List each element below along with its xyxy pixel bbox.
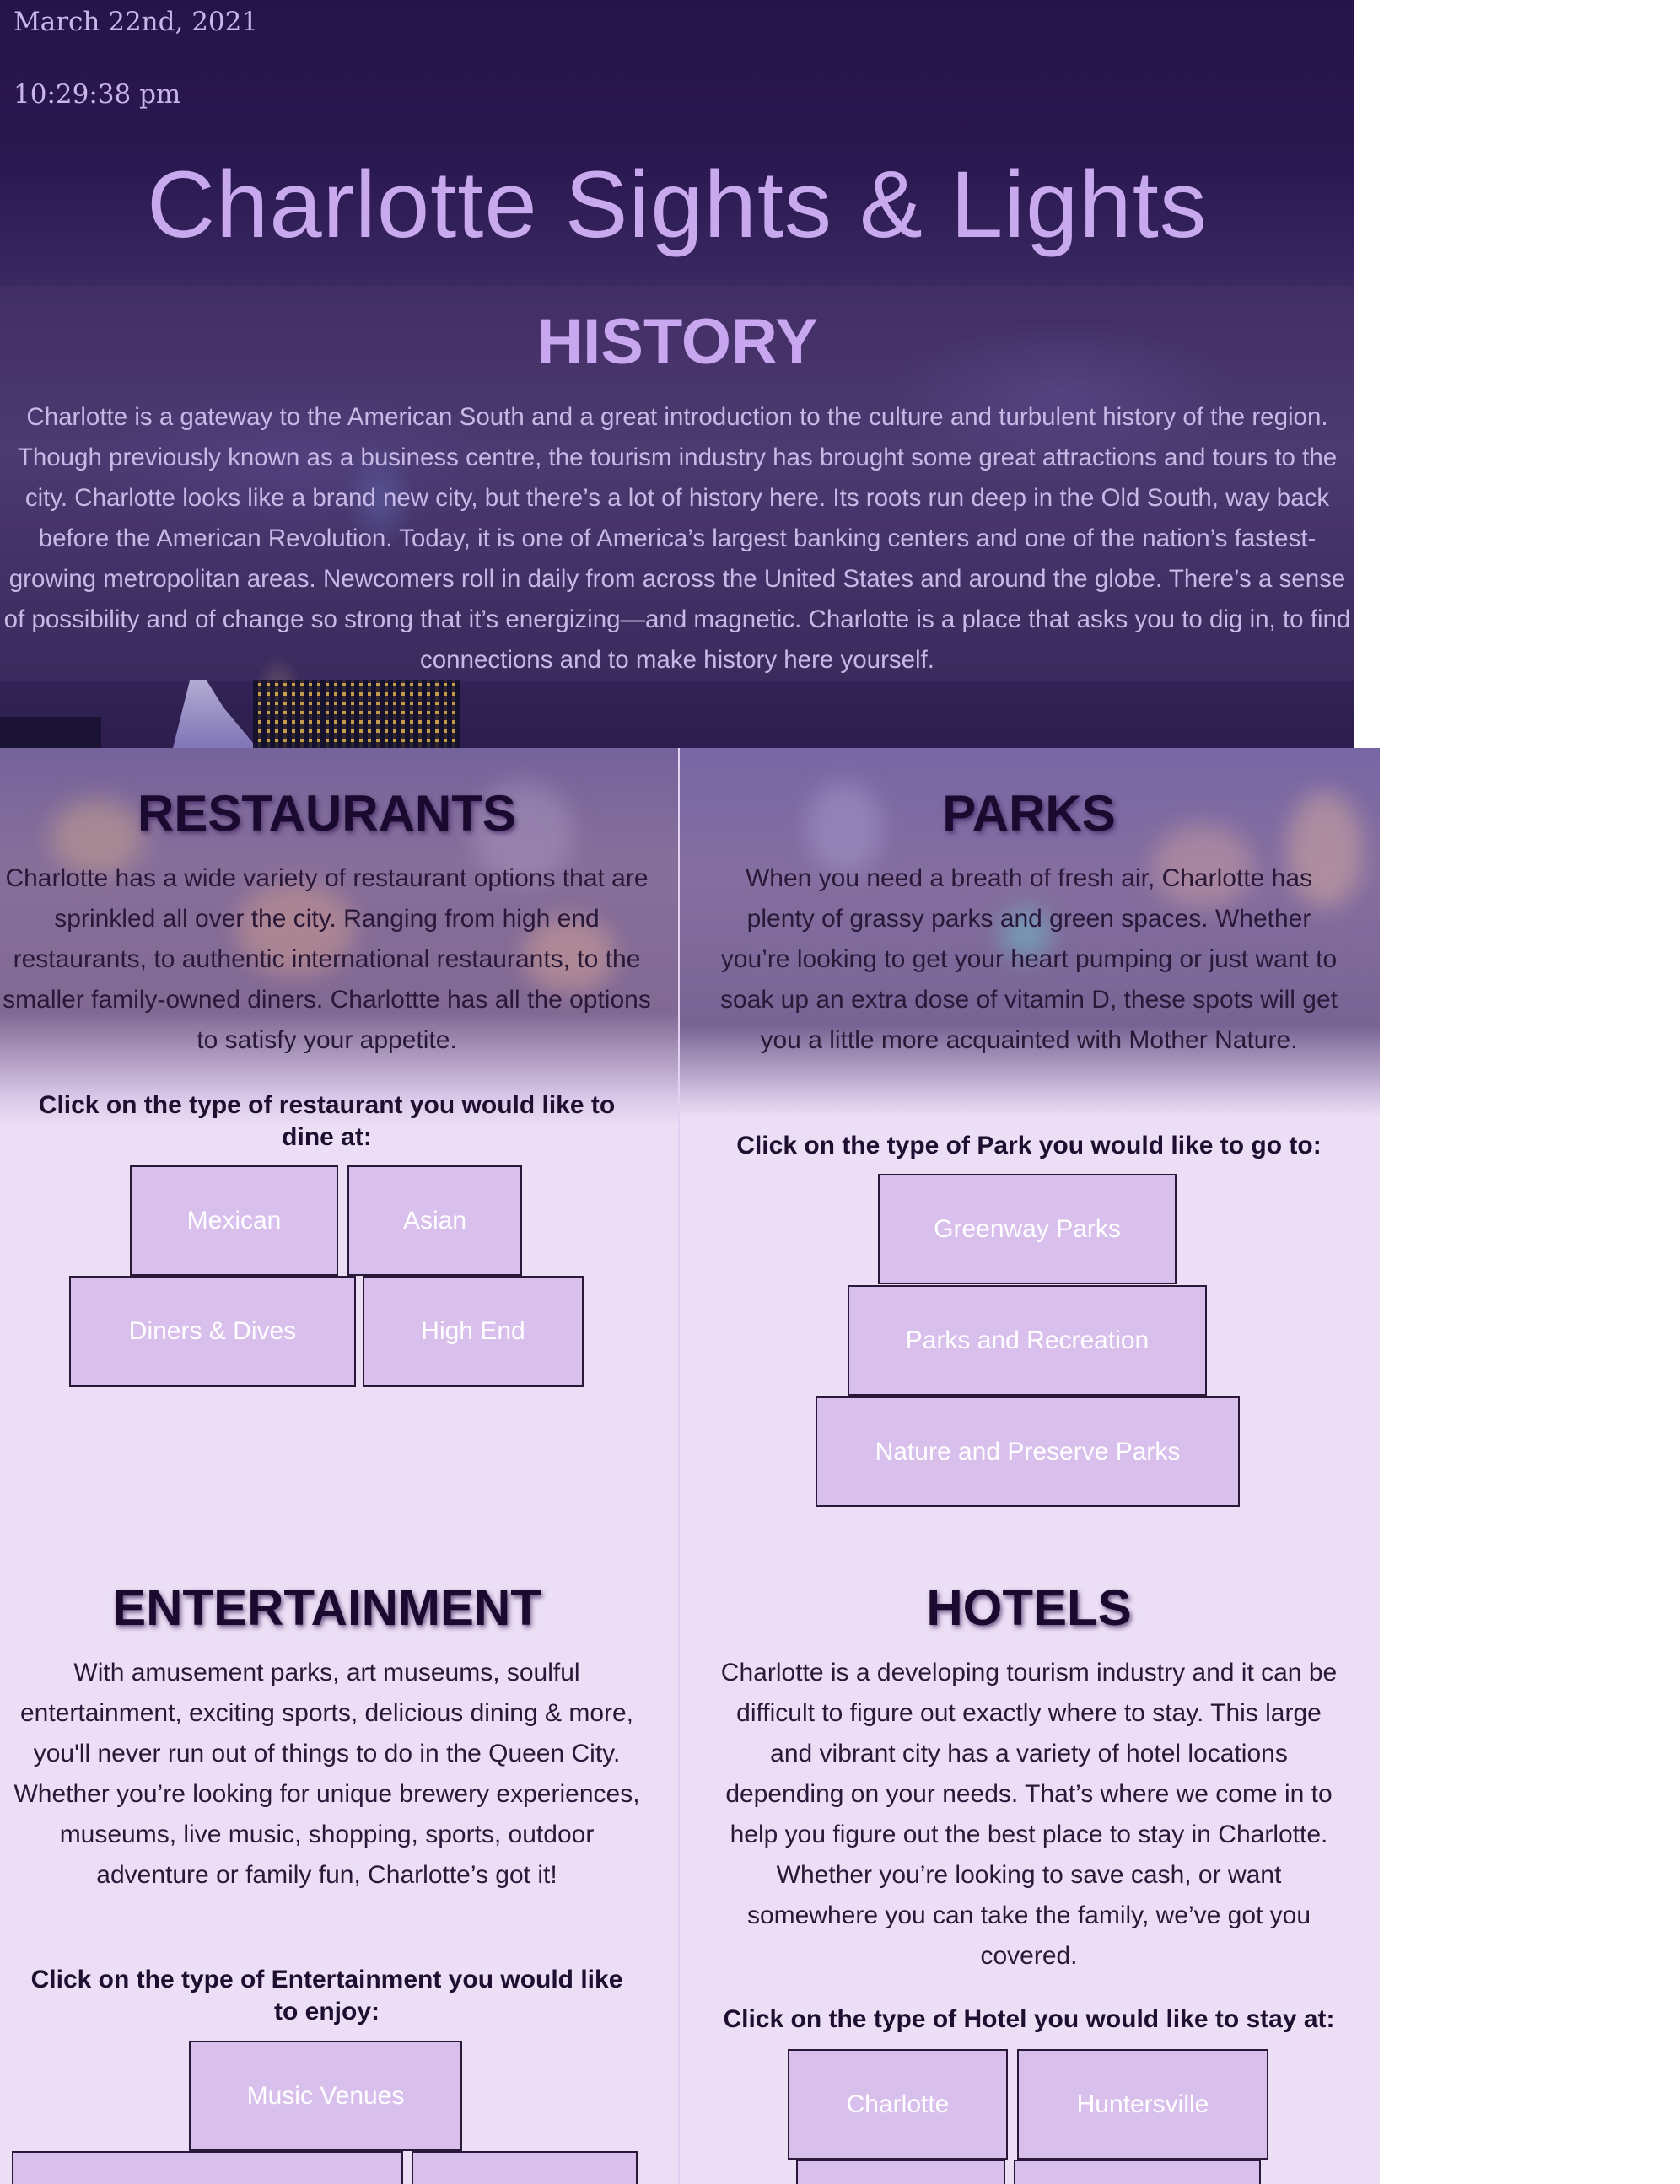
history-heading: HISTORY [536, 306, 818, 378]
huntersville-hotel-button[interactable]: Huntersville [1017, 2049, 1268, 2160]
asian-button[interactable]: Asian [347, 1165, 522, 1276]
entertainment-heading: ENTERTAINMENT [112, 1579, 541, 1636]
music-venues-button[interactable]: Music Venues [189, 2041, 462, 2151]
hotel-option-button[interactable] [1014, 2160, 1261, 2184]
parks-prompt: Click on the type of Park you would like… [736, 1132, 1322, 1159]
date-display: March 22nd, 2021 [13, 7, 259, 37]
hotels-heading: HOTELS [926, 1579, 1132, 1636]
parks-text: When you need a breath of fresh air, Cha… [719, 864, 1338, 1054]
skyline-building-lit [253, 680, 460, 748]
entertainment-option-button[interactable] [12, 2151, 403, 2184]
skyline-building [0, 717, 101, 748]
restaurants-prompt: Click on the type of restaurant you woul… [38, 1091, 616, 1151]
high-end-button[interactable]: High End [363, 1276, 584, 1387]
parks-recreation-button[interactable]: Parks and Recreation [848, 1285, 1207, 1396]
parks-heading: PARKS [942, 785, 1116, 842]
hotels-prompt: Click on the type of Hotel you would lik… [723, 2005, 1335, 2033]
hotels-text: Charlotte is a developing tourism indust… [720, 1659, 1338, 1970]
entertainment-prompt: Click on the type of Entertainment you w… [30, 1966, 623, 2025]
column-divider [678, 748, 680, 2184]
entertainment-text: With amusement parks, art museums, soulf… [13, 1659, 640, 1889]
time-display: 10:29:38 pm [13, 79, 181, 110]
greenway-parks-button[interactable]: Greenway Parks [878, 1174, 1177, 1284]
charlotte-hotel-button[interactable]: Charlotte [788, 2049, 1008, 2160]
site-title: Charlotte Sights & Lights [147, 152, 1208, 257]
restaurants-heading: RESTAURANTS [137, 785, 516, 842]
mexican-button[interactable]: Mexican [130, 1165, 338, 1276]
entertainment-option-button[interactable] [412, 2151, 638, 2184]
hotel-option-button[interactable] [796, 2160, 1005, 2184]
restaurants-text: Charlotte has a wide variety of restaura… [3, 864, 651, 1054]
history-text: Charlotte is a gateway to the American S… [3, 403, 1351, 674]
nature-preserve-parks-button[interactable]: Nature and Preserve Parks [816, 1396, 1240, 1507]
diners-dives-button[interactable]: Diners & Dives [69, 1276, 356, 1387]
